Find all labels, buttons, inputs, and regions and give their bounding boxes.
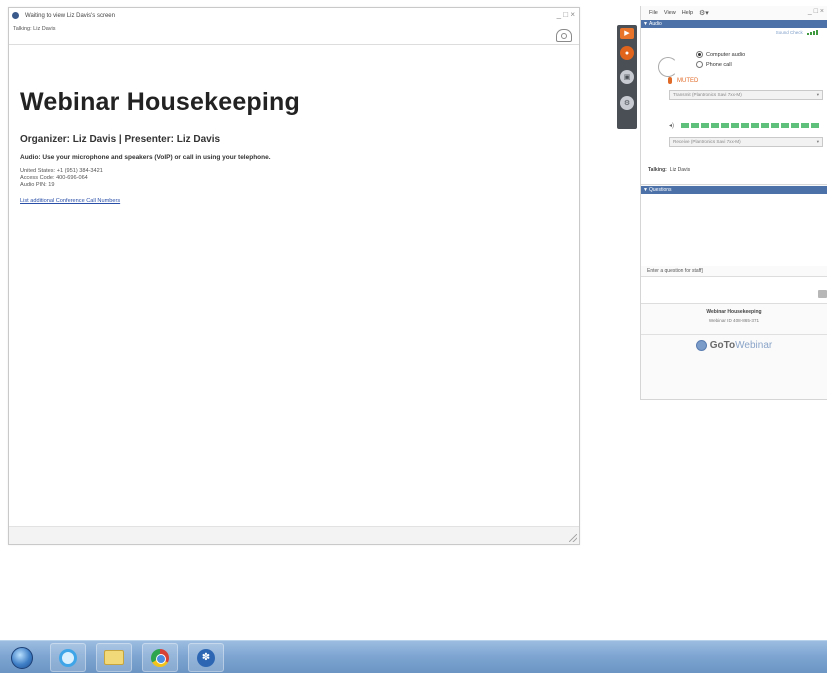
talking-name: Liz Davis — [669, 167, 691, 173]
resize-grip[interactable] — [569, 534, 577, 542]
control-strip: ▶ ● ▣ ⚙ — [617, 25, 637, 129]
mute-toggle[interactable]: MUTED — [668, 77, 698, 84]
access-code: Access Code: 400-696-064 — [20, 175, 88, 181]
webinar-id: Webinar ID 408-865-371 — [708, 318, 760, 323]
webcam-icon[interactable]: ▶ — [620, 28, 634, 39]
phone-call-option[interactable]: Phone call — [696, 61, 732, 68]
gotowebinar-logo: GoToWebinar — [641, 335, 827, 351]
speaker-select[interactable]: Receive (Plantronics Savi 7xx-M) ▾ — [669, 137, 823, 147]
chevron-down-icon: ▾ — [816, 139, 819, 144]
viewer-statusbar — [9, 526, 579, 544]
menu-view[interactable]: View — [664, 10, 676, 16]
gotowebinar-logo-icon — [695, 340, 707, 351]
viewer-title: Waiting to view Liz Davis's screen — [25, 12, 115, 19]
microphone-device: Transmit (Plantronics Savi 7xx-M) — [673, 92, 742, 97]
talking-indicator: Talking: Liz Davis — [648, 167, 690, 173]
sound-check-label: Sound Check — [775, 30, 803, 35]
taskbar-gotowebinar[interactable]: ✽ — [188, 643, 224, 672]
audio-instruction: Audio: Use your microphone and speakers … — [20, 154, 271, 161]
audio-pin: Audio PIN: 19 — [20, 182, 55, 188]
menu-file[interactable]: File — [649, 10, 658, 16]
audio-pane: Sound Check Computer audio Phone call MU… — [641, 28, 827, 185]
taskbar-file-explorer[interactable] — [96, 643, 132, 672]
screen-share-icon[interactable]: ▣ — [620, 70, 634, 84]
call-in-info: United States: +1 (951) 384-3421 Access … — [20, 168, 560, 189]
computer-audio-option[interactable]: Computer audio — [696, 51, 745, 58]
loading-spinner-icon — [658, 57, 678, 77]
microphone-select[interactable]: Transmit (Plantronics Savi 7xx-M) ▾ — [669, 90, 823, 100]
microphone-icon — [668, 77, 672, 84]
mute-status: MUTED — [677, 77, 699, 84]
control-panel: File View Help ⚙▾ _ □ × ▼ Audio Sound Ch… — [640, 6, 827, 400]
taskbar-internet-explorer[interactable] — [50, 643, 86, 672]
phone-call-label: Phone call — [706, 61, 732, 68]
taskbar-chrome[interactable] — [142, 643, 178, 672]
panel-window-controls[interactable]: _ □ × — [808, 8, 824, 15]
settings-icon[interactable]: ⚙ — [620, 96, 634, 110]
webinar-title: Webinar Housekeeping — [706, 309, 762, 315]
questions-pane-header[interactable]: ▼ Questions — [641, 186, 827, 194]
talking-indicator: Talking: Liz Davis — [13, 26, 56, 32]
viewer-window: Waiting to view Liz Davis's screen _ □ ×… — [8, 7, 580, 545]
file-explorer-icon — [104, 650, 124, 665]
gear-icon[interactable]: ⚙▾ — [699, 9, 709, 17]
chrome-icon — [151, 648, 169, 667]
panel-menubar: File View Help ⚙▾ — [641, 6, 827, 20]
audio-pane-header[interactable]: ▼ Audio — [641, 20, 827, 28]
start-orb-icon — [11, 646, 33, 669]
questions-log — [641, 194, 827, 266]
mic-icon[interactable]: ● — [620, 46, 634, 60]
brand-part2: Webinar — [735, 340, 773, 351]
speaker-icon: ◂) — [669, 123, 675, 129]
chevron-down-icon: ▾ — [816, 92, 819, 97]
radio-unchecked-icon[interactable] — [696, 61, 703, 68]
question-prompt: Enter a question for staff] — [647, 268, 703, 274]
taskbar: ✽ — [0, 640, 827, 673]
conference-numbers-link[interactable]: List additional Conference Call Numbers — [20, 198, 120, 204]
questions-pane-title: Questions — [649, 187, 672, 193]
shared-screen-content: Webinar Housekeeping Organizer: Liz Davi… — [20, 88, 560, 207]
signal-bars-icon — [807, 30, 819, 35]
sound-check[interactable]: Sound Check — [776, 30, 819, 35]
internet-explorer-icon — [59, 648, 77, 667]
page-title: Webinar Housekeeping — [20, 88, 300, 116]
phone-number: United States: +1 (951) 384-3421 — [20, 168, 103, 174]
brand-part1: GoTo — [709, 340, 736, 351]
window-controls[interactable]: _ □ × — [557, 10, 575, 19]
divider — [9, 44, 579, 45]
start-button[interactable] — [4, 643, 40, 672]
viewer-titlebar[interactable]: Waiting to view Liz Davis's screen — [9, 8, 579, 23]
question-input[interactable] — [641, 276, 827, 304]
send-button[interactable] — [818, 290, 827, 298]
computer-audio-label: Computer audio — [706, 51, 746, 58]
webinar-info: Webinar Housekeeping Webinar ID 408-865-… — [641, 304, 827, 335]
talking-label: Talking: — [648, 167, 667, 173]
gotowebinar-app-icon — [12, 12, 19, 19]
collapse-icon: ▼ — [643, 21, 648, 27]
menu-help[interactable]: Help — [682, 10, 693, 16]
gotowebinar-icon: ✽ — [197, 648, 215, 667]
brand-wordmark: GoToWebinar — [710, 340, 772, 351]
webcam-icon[interactable] — [556, 29, 572, 42]
radio-checked-icon[interactable] — [696, 51, 703, 58]
speaker-device: Receive (Plantronics Savi 7xx-M) — [673, 139, 741, 144]
collapse-icon: ▼ — [643, 187, 648, 193]
speaker-level-meter: ◂) — [669, 122, 820, 129]
organizer-line: Organizer: Liz Davis | Presenter: Liz Da… — [20, 134, 221, 145]
audio-pane-title: Audio — [649, 21, 662, 27]
